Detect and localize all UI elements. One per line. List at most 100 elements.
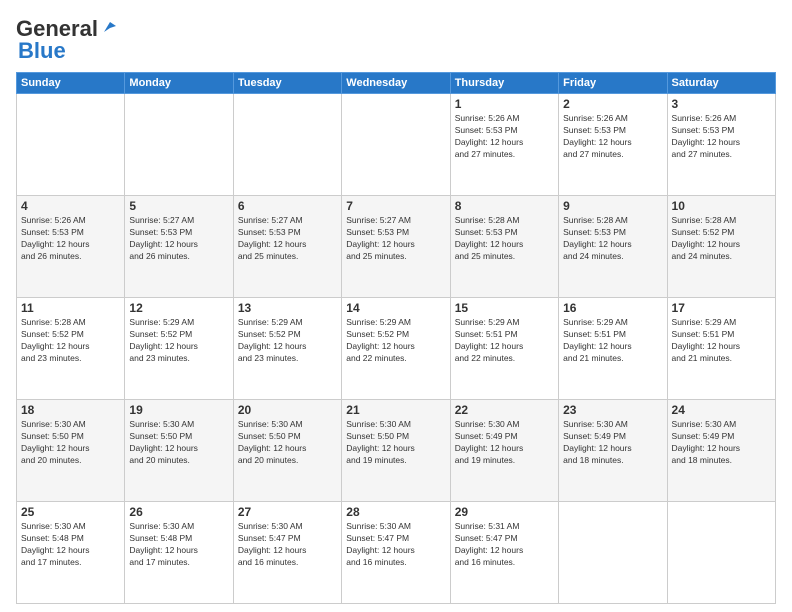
cell-date: 3 <box>672 97 771 111</box>
calendar-cell: 2 Sunrise: 5:26 AM Sunset: 5:53 PM Daylig… <box>559 94 667 196</box>
weekday-thursday: Thursday <box>450 73 558 94</box>
cell-date: 16 <box>563 301 662 315</box>
cell-info: Sunrise: 5:28 AM Sunset: 5:52 PM Dayligh… <box>21 317 120 365</box>
calendar-cell: 19Sunrise: 5:30 AM Sunset: 5:50 PM Dayli… <box>125 400 233 502</box>
cell-date: 5 <box>129 199 228 213</box>
cell-info: Sunrise: 5:30 AM Sunset: 5:50 PM Dayligh… <box>346 419 445 467</box>
cell-date: 17 <box>672 301 771 315</box>
week-row-2: 11 Sunrise: 5:28 AM Sunset: 5:52 PM Dayli… <box>17 298 776 400</box>
week-row-4: 25 Sunrise: 5:30 AM Sunset: 5:48 PM Dayli… <box>17 502 776 604</box>
cell-info: Sunrise: 5:30 AM Sunset: 5:48 PM Dayligh… <box>21 521 120 569</box>
calendar-cell <box>667 502 775 604</box>
cell-date: 1 <box>455 97 554 111</box>
calendar-cell: 1 Sunrise: 5:26 AM Sunset: 5:53 PM Daylig… <box>450 94 558 196</box>
cell-date: 12 <box>129 301 228 315</box>
cell-info: Sunrise: 5:30 AM Sunset: 5:47 PM Dayligh… <box>238 521 337 569</box>
cell-info: Sunrise: 5:29 AM Sunset: 5:51 PM Dayligh… <box>455 317 554 365</box>
cell-info: Sunrise: 5:30 AM Sunset: 5:50 PM Dayligh… <box>238 419 337 467</box>
cell-info: Sunrise: 5:28 AM Sunset: 5:53 PM Dayligh… <box>455 215 554 263</box>
cell-date: 8 <box>455 199 554 213</box>
week-row-0: 1 Sunrise: 5:26 AM Sunset: 5:53 PM Daylig… <box>17 94 776 196</box>
calendar-cell <box>17 94 125 196</box>
cell-info: Sunrise: 5:26 AM Sunset: 5:53 PM Dayligh… <box>672 113 771 161</box>
calendar-cell: 24Sunrise: 5:30 AM Sunset: 5:49 PM Dayli… <box>667 400 775 502</box>
cell-date: 29 <box>455 505 554 519</box>
cell-info: Sunrise: 5:28 AM Sunset: 5:53 PM Dayligh… <box>563 215 662 263</box>
weekday-saturday: Saturday <box>667 73 775 94</box>
cell-info: Sunrise: 5:30 AM Sunset: 5:50 PM Dayligh… <box>21 419 120 467</box>
weekday-tuesday: Tuesday <box>233 73 341 94</box>
cell-date: 9 <box>563 199 662 213</box>
cell-info: Sunrise: 5:27 AM Sunset: 5:53 PM Dayligh… <box>346 215 445 263</box>
calendar-cell: 15 Sunrise: 5:29 AM Sunset: 5:51 PM Dayli… <box>450 298 558 400</box>
calendar-cell: 8 Sunrise: 5:28 AM Sunset: 5:53 PM Daylig… <box>450 196 558 298</box>
calendar-cell: 27 Sunrise: 5:30 AM Sunset: 5:47 PM Dayli… <box>233 502 341 604</box>
cell-date: 13 <box>238 301 337 315</box>
cell-date: 22 <box>455 403 554 417</box>
cell-date: 10 <box>672 199 771 213</box>
calendar-cell: 23Sunrise: 5:30 AM Sunset: 5:49 PM Dayli… <box>559 400 667 502</box>
cell-info: Sunrise: 5:27 AM Sunset: 5:53 PM Dayligh… <box>129 215 228 263</box>
cell-date: 19 <box>129 403 228 417</box>
weekday-header-row: SundayMondayTuesdayWednesdayThursdayFrid… <box>17 73 776 94</box>
cell-info: Sunrise: 5:31 AM Sunset: 5:47 PM Dayligh… <box>455 521 554 569</box>
cell-date: 23 <box>563 403 662 417</box>
calendar-cell: 10 Sunrise: 5:28 AM Sunset: 5:52 PM Dayli… <box>667 196 775 298</box>
weekday-wednesday: Wednesday <box>342 73 450 94</box>
cell-date: 11 <box>21 301 120 315</box>
calendar-cell <box>125 94 233 196</box>
calendar-cell: 20Sunrise: 5:30 AM Sunset: 5:50 PM Dayli… <box>233 400 341 502</box>
cell-info: Sunrise: 5:29 AM Sunset: 5:51 PM Dayligh… <box>563 317 662 365</box>
calendar-cell: 9 Sunrise: 5:28 AM Sunset: 5:53 PM Daylig… <box>559 196 667 298</box>
calendar-cell: 17 Sunrise: 5:29 AM Sunset: 5:51 PM Dayli… <box>667 298 775 400</box>
cell-info: Sunrise: 5:29 AM Sunset: 5:52 PM Dayligh… <box>238 317 337 365</box>
calendar-cell: 28 Sunrise: 5:30 AM Sunset: 5:47 PM Dayli… <box>342 502 450 604</box>
cell-info: Sunrise: 5:26 AM Sunset: 5:53 PM Dayligh… <box>563 113 662 161</box>
calendar-cell <box>233 94 341 196</box>
calendar-cell: 3 Sunrise: 5:26 AM Sunset: 5:53 PM Daylig… <box>667 94 775 196</box>
cell-date: 6 <box>238 199 337 213</box>
cell-info: Sunrise: 5:30 AM Sunset: 5:49 PM Dayligh… <box>455 419 554 467</box>
cell-date: 27 <box>238 505 337 519</box>
cell-info: Sunrise: 5:29 AM Sunset: 5:52 PM Dayligh… <box>346 317 445 365</box>
header: General Blue <box>16 16 776 64</box>
week-row-1: 4Sunrise: 5:26 AM Sunset: 5:53 PM Daylig… <box>17 196 776 298</box>
logo-bird-icon <box>100 18 118 36</box>
cell-date: 21 <box>346 403 445 417</box>
cell-info: Sunrise: 5:28 AM Sunset: 5:52 PM Dayligh… <box>672 215 771 263</box>
weekday-sunday: Sunday <box>17 73 125 94</box>
cell-date: 15 <box>455 301 554 315</box>
calendar-cell: 6 Sunrise: 5:27 AM Sunset: 5:53 PM Daylig… <box>233 196 341 298</box>
cell-date: 2 <box>563 97 662 111</box>
cell-info: Sunrise: 5:27 AM Sunset: 5:53 PM Dayligh… <box>238 215 337 263</box>
page: General Blue SundayMondayTuesdayWednesda… <box>0 0 792 612</box>
calendar-cell: 12 Sunrise: 5:29 AM Sunset: 5:52 PM Dayli… <box>125 298 233 400</box>
logo-blue-text: Blue <box>16 38 66 64</box>
calendar-cell: 21 Sunrise: 5:30 AM Sunset: 5:50 PM Dayli… <box>342 400 450 502</box>
cell-date: 25 <box>21 505 120 519</box>
calendar-cell: 11 Sunrise: 5:28 AM Sunset: 5:52 PM Dayli… <box>17 298 125 400</box>
cell-date: 7 <box>346 199 445 213</box>
calendar-cell: 25 Sunrise: 5:30 AM Sunset: 5:48 PM Dayli… <box>17 502 125 604</box>
calendar-cell: 22 Sunrise: 5:30 AM Sunset: 5:49 PM Dayli… <box>450 400 558 502</box>
calendar-cell: 18 Sunrise: 5:30 AM Sunset: 5:50 PM Dayli… <box>17 400 125 502</box>
cell-date: 26 <box>129 505 228 519</box>
week-row-3: 18 Sunrise: 5:30 AM Sunset: 5:50 PM Dayli… <box>17 400 776 502</box>
calendar-cell <box>342 94 450 196</box>
calendar: SundayMondayTuesdayWednesdayThursdayFrid… <box>16 72 776 604</box>
cell-info: Sunrise: 5:30 AM Sunset: 5:49 PM Dayligh… <box>672 419 771 467</box>
weekday-friday: Friday <box>559 73 667 94</box>
calendar-cell: 26 Sunrise: 5:30 AM Sunset: 5:48 PM Dayli… <box>125 502 233 604</box>
cell-info: Sunrise: 5:29 AM Sunset: 5:52 PM Dayligh… <box>129 317 228 365</box>
cell-date: 18 <box>21 403 120 417</box>
cell-date: 14 <box>346 301 445 315</box>
calendar-cell: 29 Sunrise: 5:31 AM Sunset: 5:47 PM Dayli… <box>450 502 558 604</box>
cell-info: Sunrise: 5:30 AM Sunset: 5:48 PM Dayligh… <box>129 521 228 569</box>
logo: General Blue <box>16 16 118 64</box>
calendar-cell: 16 Sunrise: 5:29 AM Sunset: 5:51 PM Dayli… <box>559 298 667 400</box>
cell-info: Sunrise: 5:29 AM Sunset: 5:51 PM Dayligh… <box>672 317 771 365</box>
cell-info: Sunrise: 5:30 AM Sunset: 5:47 PM Dayligh… <box>346 521 445 569</box>
cell-info: Sunrise: 5:26 AM Sunset: 5:53 PM Dayligh… <box>455 113 554 161</box>
cell-date: 28 <box>346 505 445 519</box>
cell-info: Sunrise: 5:26 AM Sunset: 5:53 PM Dayligh… <box>21 215 120 263</box>
